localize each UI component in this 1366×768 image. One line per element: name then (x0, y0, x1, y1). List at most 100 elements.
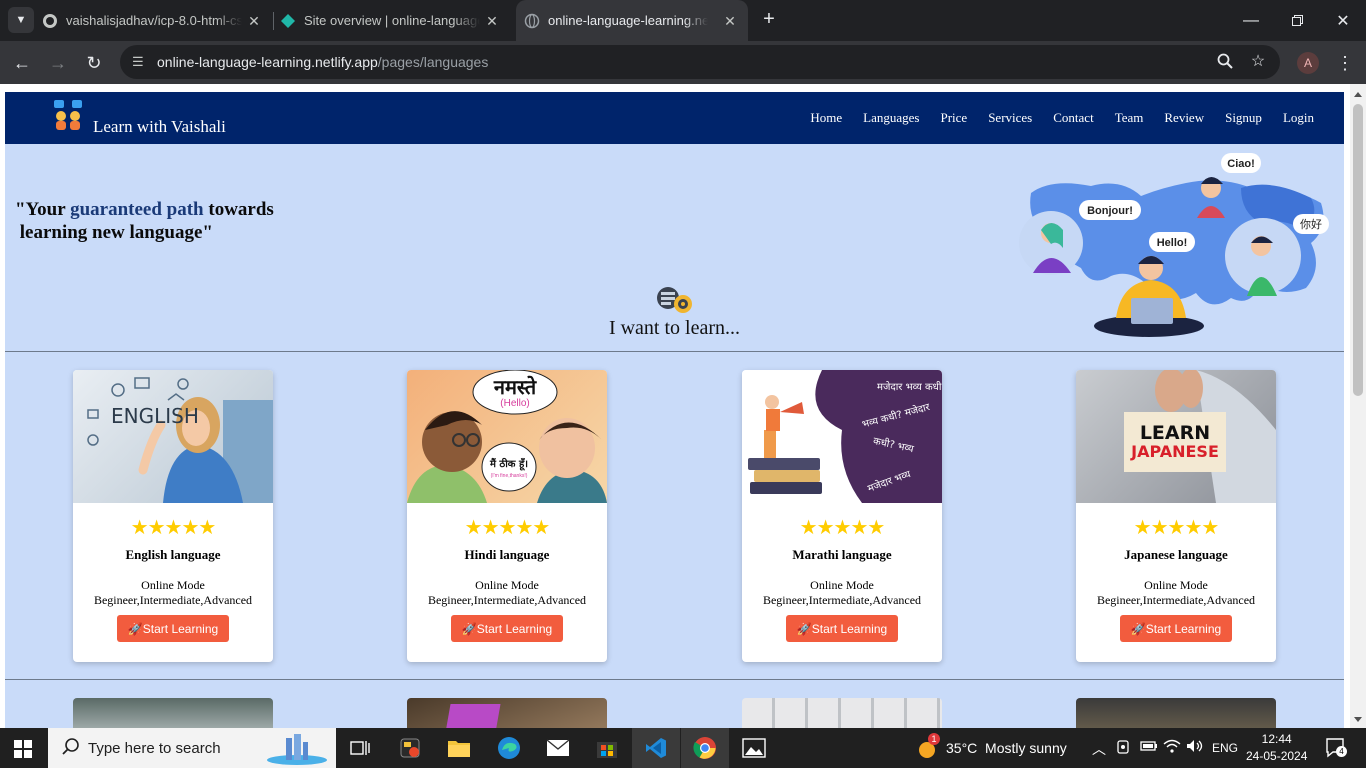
chrome-icon[interactable] (681, 728, 729, 768)
meet-now-icon[interactable] (1115, 739, 1131, 758)
tab-github[interactable]: vaishalisjadhav/icp-8.0-html-css ✕ (42, 0, 272, 41)
close-tab-icon[interactable]: ✕ (484, 13, 500, 29)
nav-contact[interactable]: Contact (1053, 110, 1093, 126)
logo-icon (54, 100, 82, 130)
close-tab-icon[interactable]: ✕ (722, 13, 738, 29)
battery-icon[interactable] (1140, 739, 1158, 756)
globe-icon (524, 13, 540, 29)
reload-button[interactable]: ↻ (80, 49, 108, 77)
hindi-card-image: नमस्ते (Hello) मैं ठीक हूँ। (I'm fine,th… (407, 370, 607, 503)
language-name: Hindi language (464, 547, 550, 562)
rating-stars: ★★★★★ (1133, 517, 1220, 539)
course-mode: Online Mode Begineer,Intermediate,Advance… (427, 578, 587, 607)
page-scrollbar[interactable] (1350, 84, 1366, 728)
tab-strip: ▼ vaishalisjadhav/icp-8.0-html-css ✕ Sit… (0, 0, 1366, 41)
minimize-button[interactable]: — (1228, 0, 1274, 41)
rocket-icon: 🚀 (1130, 622, 1146, 636)
site-info-icon[interactable]: ☰ (132, 54, 148, 70)
japanese-card-image: LEARN JAPANESE (1076, 370, 1276, 503)
scroll-up-arrow[interactable] (1354, 92, 1362, 97)
vscode-icon[interactable] (632, 728, 680, 768)
start-learning-button[interactable]: 🚀Start Learning (451, 615, 563, 642)
language-card-row2-1 (73, 698, 273, 728)
url-text: online-language-learning.netlify.app/pag… (157, 54, 489, 70)
bubble-hello: Hello! (1157, 237, 1188, 249)
task-view-icon[interactable] (346, 734, 374, 762)
language-name: Japanese language (1124, 547, 1228, 562)
language-indicator[interactable]: ENG (1212, 741, 1238, 755)
bookmark-star-icon[interactable]: ☆ (1249, 53, 1267, 71)
start-learning-button[interactable]: 🚀Start Learning (1120, 615, 1232, 642)
close-window-button[interactable]: ✕ (1320, 0, 1366, 41)
notification-count: 4 (1336, 746, 1347, 757)
windows-taskbar: Type here to search 1 35°C Mostly sunny … (0, 728, 1366, 768)
system-clock[interactable]: 12:44 24-05-2024 (1246, 731, 1307, 765)
nav-review[interactable]: Review (1164, 110, 1204, 126)
rocket-icon: 🚀 (127, 622, 143, 636)
rocket-icon: 🚀 (461, 622, 477, 636)
brand-name[interactable]: Learn with Vaishali (93, 117, 226, 137)
nav-services[interactable]: Services (988, 110, 1032, 126)
japanese-image-text2: JAPANESE (1130, 442, 1219, 461)
search-placeholder: Type here to search (88, 740, 221, 757)
english-image-text: ENGLISH (111, 404, 199, 428)
bubble-nihao: 你好 (1300, 217, 1322, 231)
section-divider (5, 679, 1344, 680)
scroll-thumb[interactable] (1353, 104, 1363, 396)
close-tab-icon[interactable]: ✕ (246, 13, 262, 29)
browser-toolbar: ← → ↻ ☰ online-language-learning.netlify… (0, 41, 1366, 84)
language-card-row2-2 (407, 698, 607, 728)
rating-stars: ★★★★★ (799, 517, 886, 539)
microsoft-store-icon[interactable] (593, 734, 621, 762)
taskbar-search-box[interactable]: Type here to search (48, 728, 336, 768)
back-button[interactable]: ← (8, 49, 36, 77)
marathi-image-text: मजेदार भव्य कधी? (877, 381, 942, 393)
profile-avatar[interactable]: A (1297, 52, 1319, 74)
nav-signup[interactable]: Signup (1225, 110, 1262, 126)
language-card-english: ENGLISH ★★★★★ English language Online Mo… (73, 370, 273, 662)
learn-heading: I want to learn... (608, 317, 741, 339)
wifi-icon[interactable] (1163, 739, 1181, 756)
nav-price[interactable]: Price (940, 110, 967, 126)
restore-button[interactable] (1274, 0, 1320, 41)
chrome-menu-icon[interactable]: ⋮ (1336, 50, 1354, 76)
section-divider (5, 351, 1344, 352)
edge-browser-icon[interactable] (495, 734, 523, 762)
hero-quote: "Your guaranteed path towards learning n… (15, 199, 274, 243)
nav-home[interactable]: Home (810, 110, 842, 126)
main-nav: Home Languages Price Services Contact Te… (810, 110, 1314, 126)
photos-icon[interactable] (740, 734, 768, 762)
course-mode: Online Mode Begineer,Intermediate,Advance… (1096, 578, 1256, 607)
clock-time: 12:44 (1261, 732, 1292, 746)
scroll-down-arrow[interactable] (1354, 717, 1362, 722)
nav-login[interactable]: Login (1283, 110, 1314, 126)
language-card-hindi: नमस्ते (Hello) मैं ठीक हूँ। (I'm fine,th… (407, 370, 607, 662)
nav-team[interactable]: Team (1115, 110, 1144, 126)
start-learning-button[interactable]: 🚀Start Learning (117, 615, 229, 642)
tab-active-site[interactable]: online-language-learning.netlify.app ✕ (516, 0, 748, 41)
forward-button[interactable]: → (44, 49, 72, 77)
github-icon (42, 13, 58, 29)
language-card-marathi: मजेदार भव्य कधी? भव्य कधी? मजेदार कधी? भ… (742, 370, 942, 662)
hindi-image-subtext: (Hello) (500, 398, 529, 409)
weather-widget[interactable]: 1 35°C Mostly sunny (918, 733, 1067, 759)
zoom-icon[interactable] (1216, 53, 1234, 71)
app-icon-photo-editor[interactable] (396, 734, 424, 762)
tab-search-button[interactable]: ▼ (8, 7, 34, 33)
address-bar[interactable]: ☰ online-language-learning.netlify.app/p… (120, 45, 1280, 79)
clock-date: 24-05-2024 (1246, 749, 1308, 763)
hindi-image-text: नमस्ते (493, 375, 538, 399)
show-hidden-icons-chevron[interactable]: ︿ (1092, 739, 1106, 759)
tab-title: vaishalisjadhav/icp-8.0-html-css (66, 13, 242, 28)
search-highlight-image (267, 734, 327, 765)
japanese-image-text: LEARN (1140, 422, 1210, 444)
volume-icon[interactable] (1186, 739, 1204, 756)
nav-languages[interactable]: Languages (863, 110, 919, 126)
start-learning-button[interactable]: 🚀Start Learning (786, 615, 898, 642)
notification-center-icon[interactable]: 4 (1325, 737, 1347, 762)
windows-start-icon[interactable] (14, 740, 32, 758)
new-tab-button[interactable]: + (756, 6, 782, 32)
tab-netlify[interactable]: Site overview | online-language-learning… (280, 0, 510, 41)
file-explorer-icon[interactable] (445, 734, 473, 762)
mail-icon[interactable] (544, 734, 572, 762)
